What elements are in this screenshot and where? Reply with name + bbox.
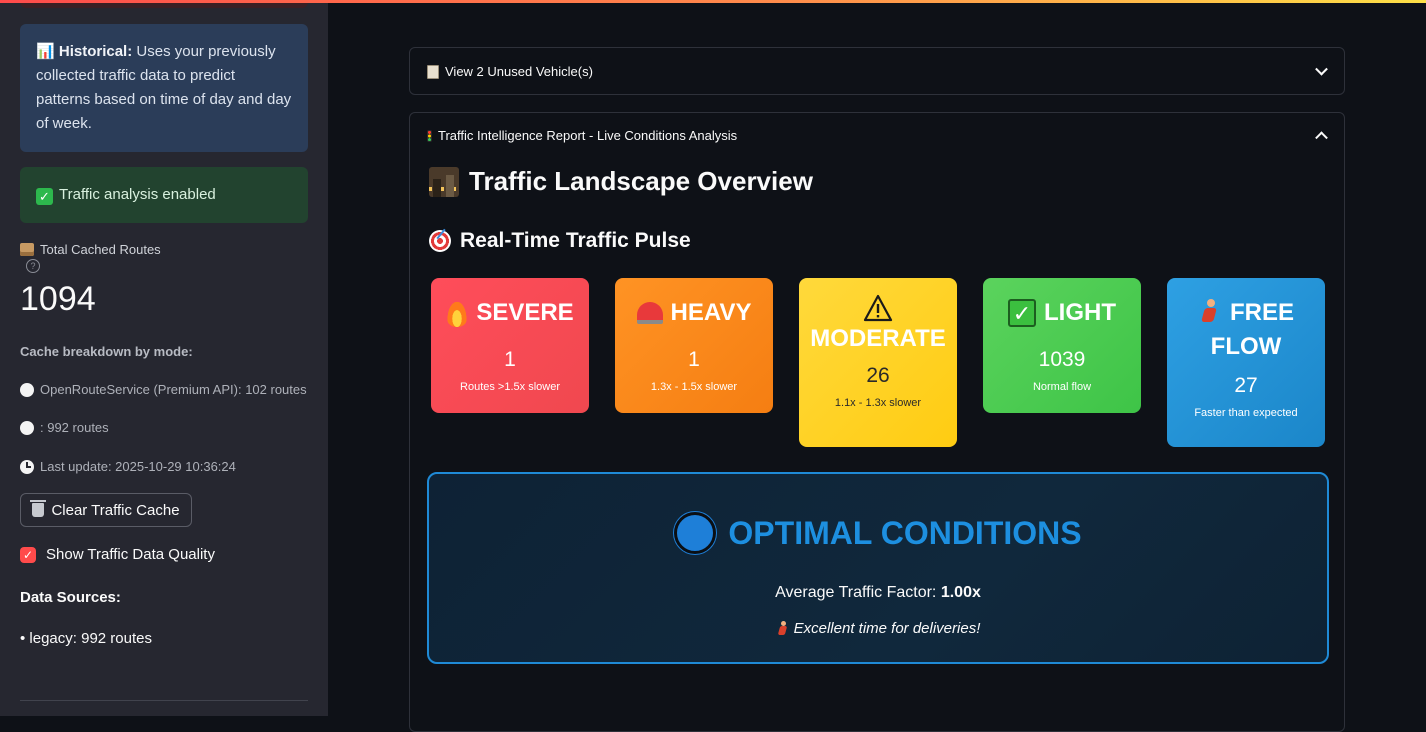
white-circle-icon (20, 382, 34, 397)
chevron-down-icon (1315, 62, 1328, 76)
card-value: 1 (688, 348, 700, 371)
package-icon (20, 243, 34, 256)
factor-value: 1.00x (940, 584, 981, 601)
card-subtitle: 1.1x - 1.3x slower (834, 397, 922, 409)
clear-button-label: Clear Traffic Cache (51, 501, 180, 519)
blue-circle-icon (674, 512, 717, 554)
card-free-flow: FREE FLOW 27 Faster than expected (1167, 278, 1325, 447)
show-quality-checkbox[interactable]: ✓ (20, 546, 36, 563)
metric-value: 1094 (20, 280, 96, 318)
optimal-title-row: OPTIMAL CONDITIONS (429, 512, 1327, 554)
optimal-note-text: Excellent time for deliveries! (793, 620, 981, 637)
right-edge (1420, 0, 1426, 716)
unused-expander-label: View 2 Unused Vehicle(s) (445, 63, 593, 79)
data-sources-item: • legacy: 992 routes (20, 630, 152, 647)
sidebar: 📊 Historical: Uses your previously colle… (0, 0, 328, 716)
card-value: 26 (866, 364, 890, 387)
card-heavy: HEAVY 1 1.3x - 1.5x slower (615, 278, 773, 413)
chevron-up-icon[interactable] (1315, 131, 1328, 145)
historical-info-box: 📊 Historical: Uses your previously colle… (20, 24, 308, 152)
check-icon: ✓ (1008, 299, 1036, 327)
last-update: Last update: 2025-10-29 10:36:24 (20, 459, 236, 474)
show-quality-checkbox-row[interactable]: ✓ Show Traffic Data Quality (20, 546, 215, 563)
card-label-line1: FREE (1229, 299, 1294, 326)
card-value: 1039 (1038, 348, 1086, 371)
historical-title: Historical: (58, 43, 133, 60)
trash-icon (30, 500, 47, 517)
metric-label-text: Total Cached Routes (40, 242, 161, 257)
report-expander-label: Traffic Intelligence Report - Live Condi… (438, 128, 738, 143)
help-icon[interactable]: ? (26, 259, 40, 273)
card-label-line2: FLOW (1210, 333, 1282, 360)
siren-icon (636, 302, 663, 324)
cache-line-ors: OpenRouteService (Premium API): 102 rout… (20, 382, 307, 397)
card-subtitle: Faster than expected (1194, 407, 1298, 419)
landscape-heading: Traffic Landscape Overview (429, 166, 813, 197)
bar-chart-icon: 📊 (36, 43, 55, 60)
check-mark-icon: ✓ (36, 188, 53, 205)
card-subtitle: Normal flow (1032, 381, 1092, 393)
optimal-title: OPTIMAL CONDITIONS (728, 514, 1082, 551)
cityscape-icon (429, 166, 459, 197)
fire-icon (446, 299, 469, 327)
card-subtitle: Routes >1.5x slower (460, 381, 560, 393)
card-value: 1 (504, 348, 516, 371)
optimal-conditions-panel: OPTIMAL CONDITIONS Average Traffic Facto… (427, 472, 1329, 664)
cache-line-text: OpenRouteService (Premium API): 102 rout… (40, 382, 307, 397)
card-label: LIGHT (1044, 299, 1116, 326)
card-value: 27 (1234, 374, 1258, 397)
target-icon (429, 230, 451, 252)
runner-icon (1198, 299, 1222, 327)
card-moderate: MODERATE 26 1.1x - 1.3x slower (799, 278, 957, 447)
card-label: SEVERE (476, 299, 574, 326)
metric-label: Total Cached Routes (20, 242, 161, 257)
runner-icon (776, 620, 790, 637)
success-text: Traffic analysis enabled (59, 186, 216, 203)
traffic-cards: SEVERE 1 Routes >1.5x slower HEAVY 1 1.3… (431, 278, 1325, 448)
cache-breakdown-title: Cache breakdown by mode: (20, 344, 193, 359)
card-severe: SEVERE 1 Routes >1.5x slower (431, 278, 589, 413)
card-label: HEAVY (670, 299, 752, 326)
traffic-report-expander: Traffic Intelligence Report - Live Condi… (409, 112, 1345, 732)
average-factor: Average Traffic Factor: 1.00x (429, 584, 1327, 602)
clear-traffic-cache-button[interactable]: Clear Traffic Cache (20, 493, 192, 527)
checkbox-label: Show Traffic Data Quality (46, 546, 215, 563)
traffic-report-header[interactable]: Traffic Intelligence Report - Live Condi… (427, 128, 737, 143)
card-subtitle: 1.3x - 1.5x slower (650, 381, 738, 393)
cache-line-other: : 992 routes (20, 420, 109, 435)
clock-icon (20, 459, 34, 474)
top-progress-bar (0, 0, 1426, 3)
success-message: ✓ Traffic analysis enabled (20, 167, 308, 223)
sidebar-divider (20, 700, 308, 701)
pulse-heading: Real-Time Traffic Pulse (429, 229, 691, 253)
card-label: MODERATE (810, 325, 946, 352)
last-update-text: Last update: 2025-10-29 10:36:24 (40, 459, 236, 474)
factor-label: Average Traffic Factor: (775, 584, 937, 601)
landscape-title: Traffic Landscape Overview (469, 166, 813, 196)
clipboard-icon (427, 65, 439, 79)
card-light: ✓ LIGHT 1039 Normal flow (983, 278, 1141, 413)
data-sources-title: Data Sources: (20, 589, 121, 606)
white-circle-icon (20, 420, 34, 435)
optimal-note: Excellent time for deliveries! (429, 620, 1327, 637)
traffic-light-icon (427, 129, 432, 142)
warning-icon (863, 294, 893, 322)
unused-vehicles-expander[interactable]: View 2 Unused Vehicle(s) (409, 47, 1345, 95)
cache-line-text: : 992 routes (40, 420, 109, 435)
pulse-title: Real-Time Traffic Pulse (460, 229, 691, 252)
